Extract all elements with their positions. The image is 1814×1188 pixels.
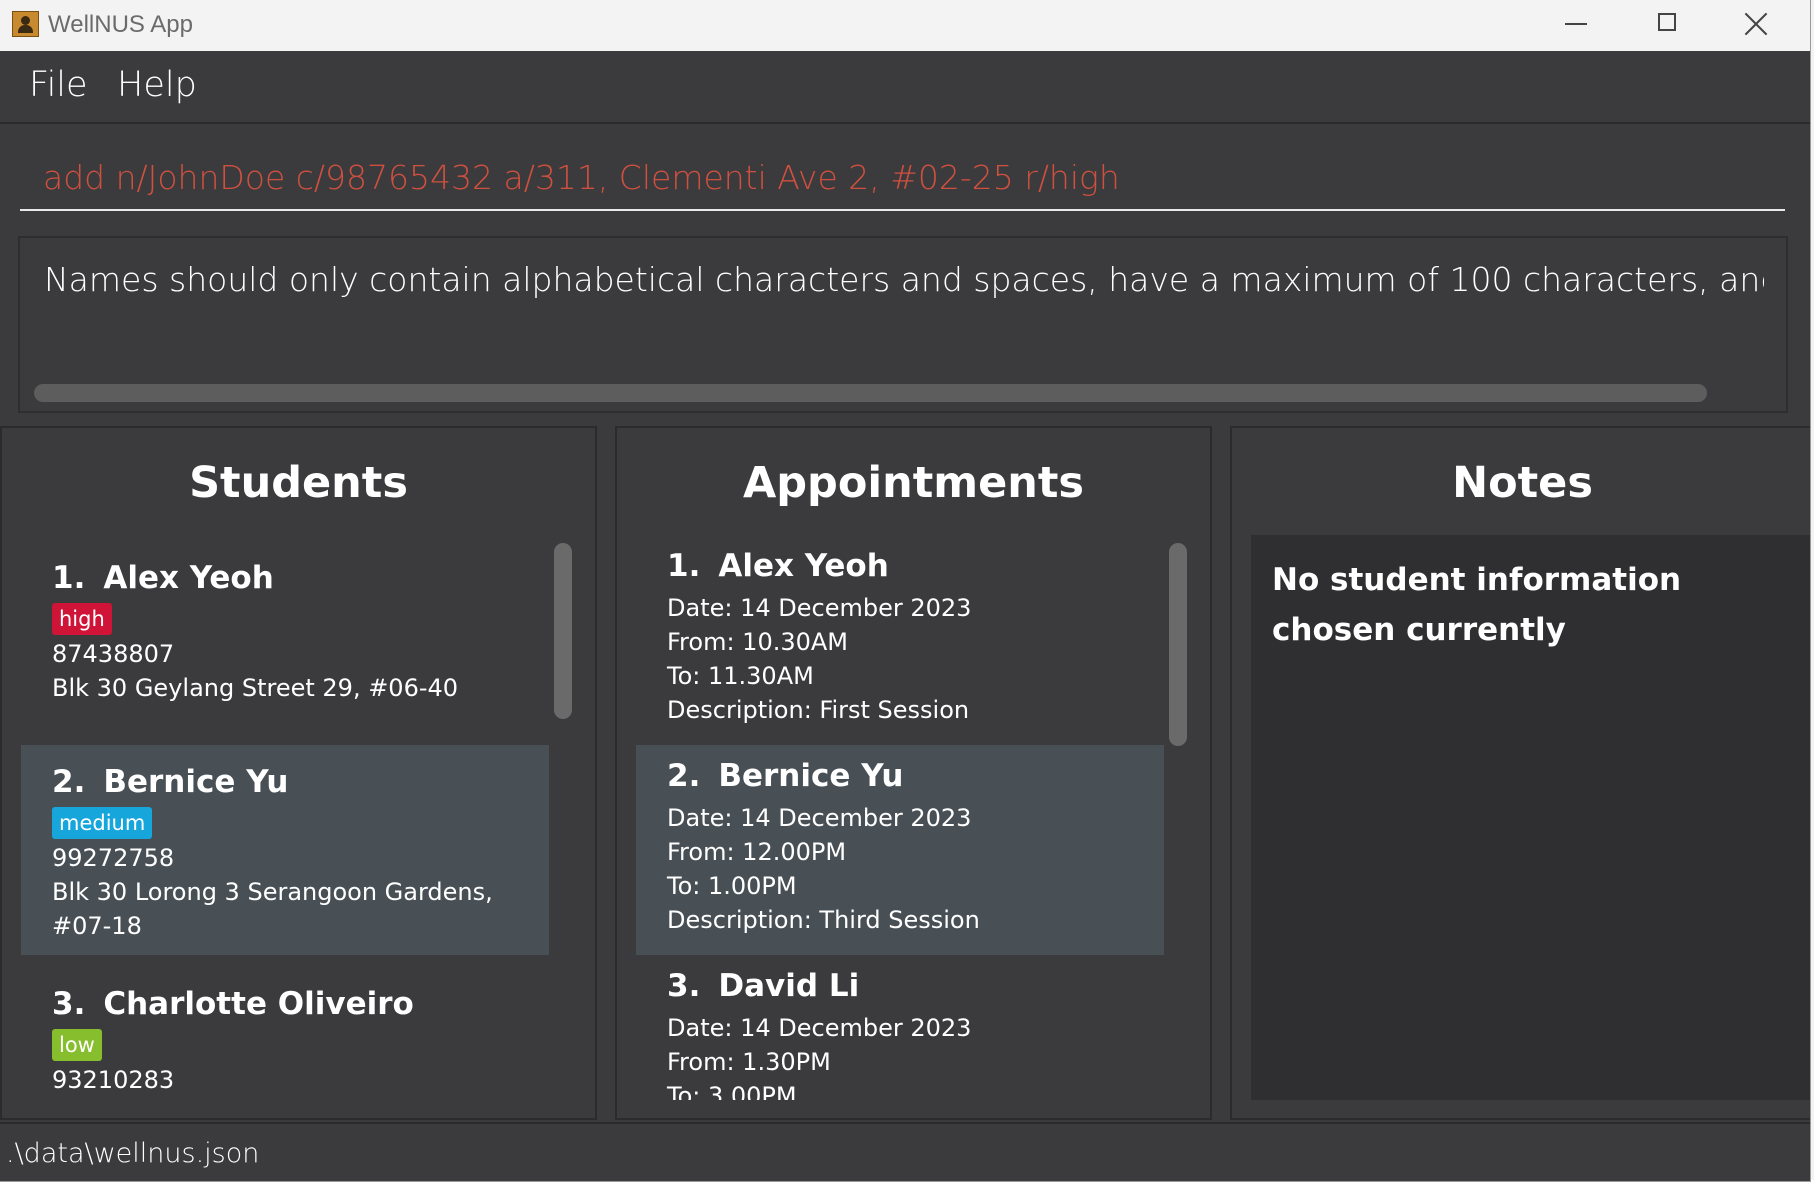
appointment-description: Description: First Session	[667, 696, 970, 724]
result-display: Names should only contain alphabetical c…	[18, 236, 1788, 413]
student-card[interactable]: 2. Bernice Yu medium 99272758 Blk 30 Loro…	[21, 745, 549, 955]
risk-tag-high: high	[52, 603, 112, 635]
appointment-student-name: 2. Bernice Yu	[667, 758, 904, 794]
appointment-to: To: 3.00PM	[667, 1082, 797, 1100]
student-name: 3. Charlotte Oliveiro	[52, 986, 414, 1022]
menu-help[interactable]: Help	[117, 65, 197, 105]
appointment-from: From: 10.30AM	[667, 628, 849, 656]
result-horizontal-scrollbar[interactable]	[34, 384, 1707, 402]
status-bar: .\data\wellnus.json	[0, 1122, 1810, 1181]
appointment-description: Description: Third Session	[667, 906, 980, 934]
appointment-from: From: 12.00PM	[667, 838, 847, 866]
student-card[interactable]: 1. Alex Yeoh high 87438807 Blk 30 Geylang…	[21, 535, 549, 745]
students-list: 1. Alex Yeoh high 87438807 Blk 30 Geylang…	[21, 535, 549, 1100]
risk-tag-medium: medium	[52, 807, 153, 839]
appointments-list: 1. Alex Yeoh Date: 14 December 2023 From:…	[636, 535, 1164, 1100]
notes-placeholder-text: No student information chosen currently	[1272, 562, 1682, 648]
maximize-icon	[1658, 13, 1676, 31]
appointments-panel: Appointments 1. Alex Yeoh Date: 14 Decemb…	[615, 426, 1212, 1120]
appointment-date: Date: 14 December 2023	[667, 804, 972, 832]
panels: Students 1. Alex Yeoh high 87438807 Blk 3…	[0, 426, 1810, 1120]
students-panel: Students 1. Alex Yeoh high 87438807 Blk 3…	[0, 426, 597, 1120]
appointment-card[interactable]: 2. Bernice Yu Date: 14 December 2023 From…	[636, 745, 1164, 955]
appointment-date: Date: 14 December 2023	[667, 1014, 972, 1042]
window-title: WellNUS App	[48, 11, 193, 38]
notes-panel: Notes No student information chosen curr…	[1230, 426, 1810, 1120]
data-file-path: .\data\wellnus.json	[6, 1138, 260, 1169]
close-button[interactable]	[1715, 0, 1803, 51]
title-bar: WellNUS App	[0, 0, 1810, 51]
command-box	[0, 124, 1810, 226]
appointment-student-name: 1. Alex Yeoh	[667, 548, 889, 584]
student-card[interactable]: 3. Charlotte Oliveiro low 93210283	[21, 955, 549, 1100]
student-address: Blk 30 Geylang Street 29, #06-40	[52, 674, 459, 702]
menu-file[interactable]: File	[29, 65, 88, 105]
maximize-button[interactable]	[1625, 0, 1713, 51]
appointment-to: To: 11.30AM	[667, 662, 814, 690]
student-phone: 93210283	[52, 1066, 175, 1094]
students-title: Students	[189, 458, 408, 508]
app-window: WellNUS App File Help Names should only …	[0, 0, 1811, 1182]
student-name: 2. Bernice Yu	[52, 764, 289, 800]
appointment-date: Date: 14 December 2023	[667, 594, 972, 622]
minimize-icon	[1565, 23, 1587, 25]
student-address: Blk 30 Lorong 3 Serangoon Gardens,	[52, 878, 493, 906]
notes-content: No student information chosen currently	[1251, 535, 1810, 1100]
students-scrollbar[interactable]	[554, 543, 572, 719]
command-input[interactable]	[20, 146, 1785, 211]
student-phone: 99272758	[52, 844, 175, 872]
appointment-card[interactable]: 1. Alex Yeoh Date: 14 December 2023 From:…	[636, 535, 1164, 745]
close-icon	[1743, 11, 1769, 37]
result-message: Names should only contain alphabetical c…	[44, 260, 1764, 299]
menu-bar: File Help	[0, 51, 1810, 124]
appointments-title: Appointments	[742, 458, 1085, 508]
appointments-scrollbar[interactable]	[1169, 543, 1187, 746]
minimize-button[interactable]	[1535, 0, 1623, 51]
appointment-card[interactable]: 3. David Li Date: 14 December 2023 From: …	[636, 955, 1164, 1100]
app-icon	[12, 11, 39, 37]
risk-tag-low: low	[52, 1029, 102, 1061]
student-address: #07-18	[52, 912, 142, 940]
student-phone: 87438807	[52, 640, 175, 668]
student-name: 1. Alex Yeoh	[52, 560, 274, 596]
notes-title: Notes	[1452, 458, 1593, 508]
appointment-to: To: 1.00PM	[667, 872, 797, 900]
appointment-student-name: 3. David Li	[667, 968, 860, 1004]
appointment-from: From: 1.30PM	[667, 1048, 831, 1076]
